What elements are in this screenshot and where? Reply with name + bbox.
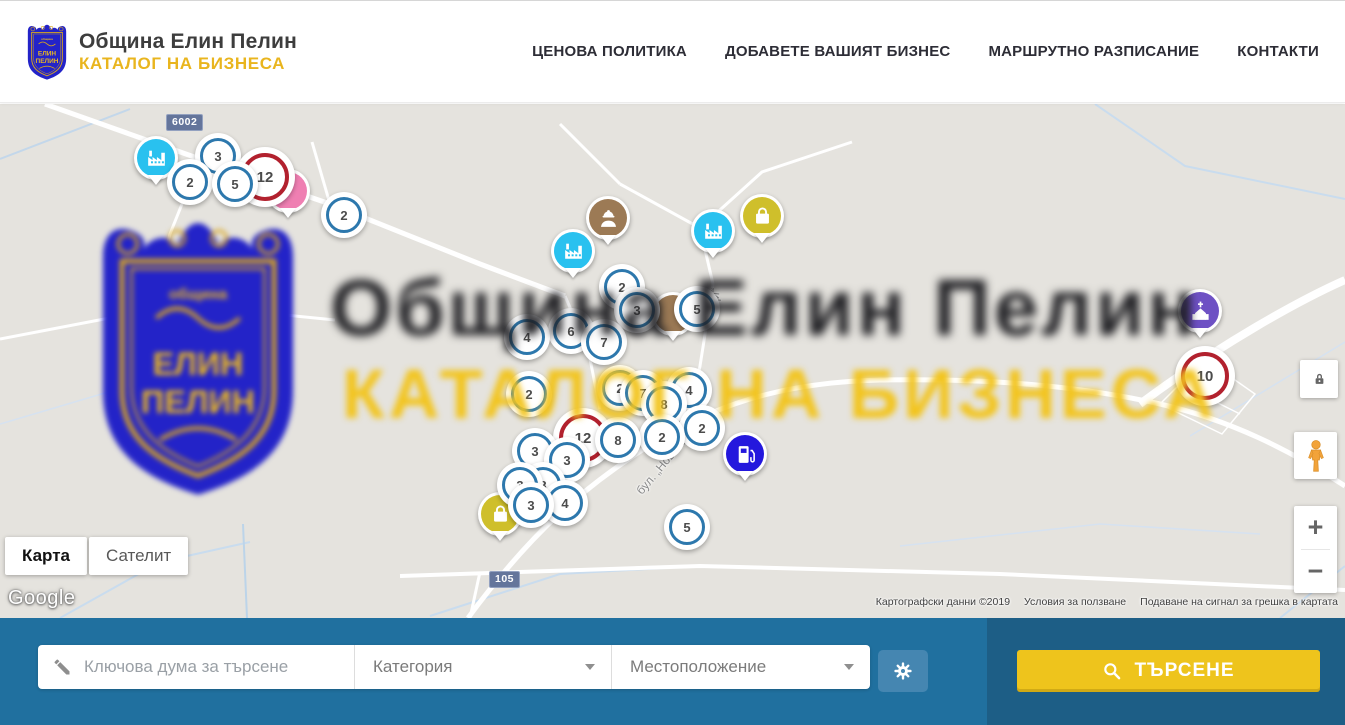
pegman-control[interactable] bbox=[1294, 432, 1337, 479]
category-select-value: Категория bbox=[373, 657, 452, 677]
cluster-count: 3 bbox=[513, 487, 549, 523]
map-pin-worker[interactable] bbox=[586, 196, 630, 240]
cluster-count: 4 bbox=[509, 319, 545, 355]
church-icon bbox=[1181, 292, 1219, 330]
keyword-search-input[interactable] bbox=[82, 656, 336, 678]
cluster-count: 5 bbox=[679, 291, 715, 327]
search-bar: Категория Местоположение ТЪРСЕНЕ bbox=[0, 618, 1345, 725]
main-nav: ЦЕНОВА ПОЛИТИКА ДОБАВЕТЕ ВАШИЯТ БИЗНЕС М… bbox=[532, 43, 1319, 60]
map-pin-factory[interactable] bbox=[691, 209, 735, 253]
nav-pricing-policy[interactable]: ЦЕНОВА ПОЛИТИКА bbox=[532, 43, 687, 60]
location-select[interactable]: Местоположение bbox=[612, 645, 870, 689]
chevron-down-icon bbox=[585, 664, 595, 675]
lock-icon bbox=[1312, 372, 1327, 387]
map-type-control: Карта Сателит bbox=[5, 537, 188, 575]
search-button-label: ТЪРСЕНЕ bbox=[1134, 660, 1234, 682]
factory-icon bbox=[554, 232, 592, 270]
map-cluster-marker[interactable]: 4 bbox=[504, 314, 550, 360]
municipality-emblem-icon: община ЕЛИН ПЕЛИН bbox=[24, 23, 70, 81]
cluster-count: 3 bbox=[619, 292, 655, 328]
search-submit-button[interactable]: ТЪРСЕНЕ bbox=[1017, 650, 1320, 692]
map-cluster-marker[interactable]: 2 bbox=[639, 414, 685, 460]
factory-icon bbox=[694, 212, 732, 250]
google-logo[interactable]: Google bbox=[8, 587, 76, 610]
bag-icon bbox=[743, 197, 781, 235]
map-pin-fuel[interactable] bbox=[723, 432, 767, 476]
cluster-count: 2 bbox=[326, 197, 362, 233]
fuel-icon bbox=[726, 435, 764, 473]
category-select[interactable]: Категория bbox=[355, 645, 612, 689]
zoom-control: + − bbox=[1294, 506, 1337, 593]
attribution-terms-link[interactable]: Условия за ползване bbox=[1024, 596, 1126, 608]
cluster-count: 5 bbox=[669, 509, 705, 545]
map-type-satellite-button[interactable]: Сателит bbox=[89, 537, 188, 575]
nav-add-business[interactable]: ДОБАВЕТЕ ВАШИЯТ БИЗНЕС bbox=[725, 43, 950, 60]
map-canvas[interactable]: ул. Преславбул. „Новоселци“ 6002105 3122… bbox=[0, 104, 1345, 618]
zoom-out-button[interactable]: − bbox=[1294, 550, 1337, 593]
cluster-count: 5 bbox=[217, 166, 253, 202]
attribution-copyright: Картографски данни ©2019 bbox=[876, 596, 1010, 608]
cluster-count: 8 bbox=[600, 422, 636, 458]
map-type-map-button[interactable]: Карта bbox=[5, 537, 87, 575]
map-pin-church[interactable] bbox=[1178, 289, 1222, 333]
zoom-in-button[interactable]: + bbox=[1294, 506, 1337, 549]
site-title: Община Елин Пелин bbox=[79, 30, 297, 54]
map-cluster-marker[interactable]: 2 bbox=[321, 192, 367, 238]
cluster-count: 2 bbox=[644, 419, 680, 455]
nav-contacts[interactable]: КОНТАКТИ bbox=[1237, 43, 1319, 60]
site-subtitle: КАТАЛОГ НА БИЗНЕСА bbox=[79, 54, 297, 74]
map-cluster-marker[interactable]: 2 bbox=[506, 371, 552, 417]
cluster-count: 2 bbox=[684, 410, 720, 446]
map-attribution: Картографски данни ©2019 Условия за полз… bbox=[876, 596, 1338, 608]
svg-text:ЕЛИН: ЕЛИН bbox=[38, 50, 57, 57]
map-cluster-marker[interactable]: 5 bbox=[664, 504, 710, 550]
cluster-count: 10 bbox=[1181, 352, 1229, 400]
pegman-icon bbox=[1301, 438, 1331, 474]
map-pin-bag[interactable] bbox=[740, 194, 784, 238]
map-pin-factory[interactable] bbox=[551, 229, 595, 273]
nav-route-schedule[interactable]: МАРШРУТНО РАЗПИСАНИЕ bbox=[988, 43, 1199, 60]
chevron-down-icon bbox=[844, 664, 854, 675]
search-icon bbox=[1102, 661, 1122, 681]
location-select-value: Местоположение bbox=[630, 657, 766, 677]
marker-layer: 3122522536471024728221283383435 bbox=[0, 104, 1345, 618]
cluster-count: 7 bbox=[586, 324, 622, 360]
cluster-count: 2 bbox=[172, 164, 208, 200]
map-cluster-marker[interactable]: 2 bbox=[167, 159, 213, 205]
map-lock-button[interactable] bbox=[1300, 360, 1338, 398]
pencil-icon bbox=[52, 657, 72, 677]
map-cluster-marker[interactable]: 2 bbox=[679, 405, 725, 451]
site-logo[interactable]: община ЕЛИН ПЕЛИН Община Елин Пелин КАТА… bbox=[24, 23, 297, 81]
cluster-count: 2 bbox=[511, 376, 547, 412]
map-cluster-marker[interactable]: 3 bbox=[508, 482, 554, 528]
header: община ЕЛИН ПЕЛИН Община Елин Пелин КАТА… bbox=[0, 0, 1345, 103]
search-form: Категория Местоположение bbox=[38, 645, 870, 689]
svg-text:община: община bbox=[41, 37, 53, 41]
advanced-settings-button[interactable] bbox=[878, 650, 928, 692]
map-cluster-marker[interactable]: 8 bbox=[595, 417, 641, 463]
map-cluster-marker[interactable]: 5 bbox=[674, 286, 720, 332]
map-cluster-marker[interactable]: 5 bbox=[212, 161, 258, 207]
svg-text:ПЕЛИН: ПЕЛИН bbox=[36, 58, 59, 65]
worker-icon bbox=[589, 199, 627, 237]
gear-icon bbox=[892, 660, 914, 682]
keyword-segment bbox=[38, 645, 355, 689]
map-cluster-marker[interactable]: 7 bbox=[581, 319, 627, 365]
map-cluster-marker[interactable]: 10 bbox=[1175, 346, 1235, 406]
attribution-report-link[interactable]: Подаване на сигнал за грешка в картата bbox=[1140, 596, 1338, 608]
